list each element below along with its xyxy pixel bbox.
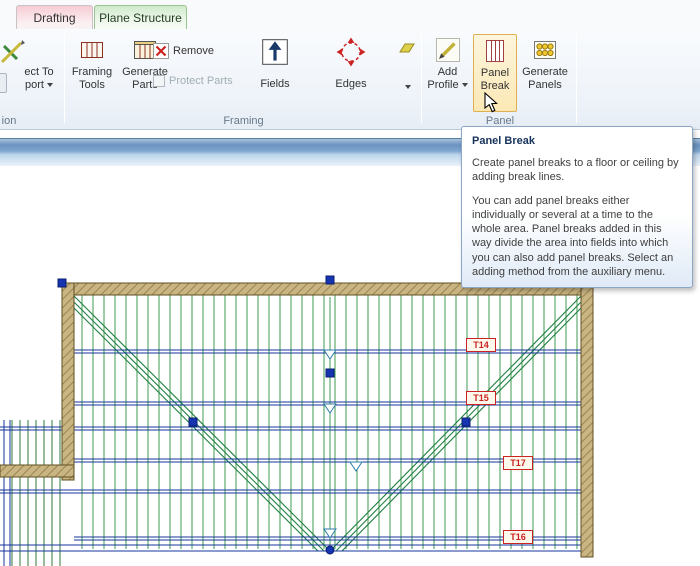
fields-button[interactable]: Fields xyxy=(250,34,300,112)
edges-label: Edges xyxy=(335,78,366,91)
mouse-cursor-icon xyxy=(484,92,500,113)
edges-icon xyxy=(336,37,366,67)
group-label-framing: Framing xyxy=(66,115,421,127)
framing-tools-icon xyxy=(79,37,105,63)
truss-lines xyxy=(74,295,581,549)
fields-icon xyxy=(260,37,290,67)
panel-break-icon xyxy=(482,38,508,64)
framing-tools-label-2: Tools xyxy=(79,79,105,92)
tab-plane-structure-label: Plane Structure xyxy=(99,11,182,25)
add-profile-label-2: Profile xyxy=(427,79,467,92)
truss-label: T15 xyxy=(466,391,496,405)
tab-drafting[interactable]: Drafting xyxy=(16,5,93,29)
add-profile-label-1: Add xyxy=(438,66,458,79)
group-label-selection: ion xyxy=(0,115,18,127)
remove-icon xyxy=(153,43,169,59)
dropdown-arrow-icon xyxy=(462,83,468,87)
tab-drafting-label: Drafting xyxy=(33,11,75,25)
profile-shape-icon xyxy=(397,40,417,56)
checkbox-icon xyxy=(153,75,165,87)
panel-break-label-2: Break xyxy=(481,80,510,93)
app-window: Drafting Plane Structure ect To port xyxy=(0,0,700,566)
generate-panels-icon xyxy=(532,37,558,63)
connect-to-report-label-1: ect To xyxy=(24,66,53,79)
tab-plane-structure[interactable]: Plane Structure xyxy=(94,5,187,29)
connect-to-report-label-2: port xyxy=(25,79,53,92)
panel-break-label-1: Panel xyxy=(481,67,509,80)
connect-to-report-button[interactable]: ect To port xyxy=(14,34,64,112)
dropdown-arrow-icon xyxy=(47,83,53,87)
tooltip-paragraph-2: You can add panel breaks either individu… xyxy=(472,194,682,280)
tooltip-title: Panel Break xyxy=(472,135,682,147)
generate-panels-label-2: Panels xyxy=(528,79,562,92)
remove-button[interactable]: Remove xyxy=(153,43,214,59)
group-separator xyxy=(576,33,577,123)
fields-label: Fields xyxy=(260,78,289,91)
group-separator xyxy=(64,33,65,123)
panel-break-tooltip: Panel Break Create panel breaks to a flo… xyxy=(461,126,693,288)
remove-label: Remove xyxy=(173,45,214,57)
protect-parts-label: Protect Parts xyxy=(169,75,233,87)
add-profile-button[interactable]: Add Profile xyxy=(424,34,471,112)
truss-label: T16 xyxy=(503,530,533,544)
clipped-button[interactable] xyxy=(0,73,7,93)
ribbon: ect To port Framing Tools Gen xyxy=(0,29,700,130)
framing-tools-label-1: Framing xyxy=(72,66,112,79)
generate-panels-label-1: Generate xyxy=(522,66,568,79)
framing-tools-button[interactable]: Framing Tools xyxy=(67,34,117,112)
edges-button[interactable]: Edges xyxy=(324,34,378,112)
generate-panels-button[interactable]: Generate Panels xyxy=(519,34,571,112)
truss-label: T14 xyxy=(466,338,496,352)
truss-label: T17 xyxy=(503,456,533,470)
profile-options-dropdown-button[interactable] xyxy=(394,34,419,112)
dropdown-arrow-icon xyxy=(405,85,411,89)
group-separator xyxy=(421,33,422,123)
ribbon-tab-bar: Drafting Plane Structure xyxy=(0,0,700,29)
add-profile-icon xyxy=(435,37,461,63)
tooltip-paragraph-1: Create panel breaks to a floor or ceilin… xyxy=(472,156,682,185)
protect-parts-checkbox[interactable]: Protect Parts xyxy=(153,75,233,87)
